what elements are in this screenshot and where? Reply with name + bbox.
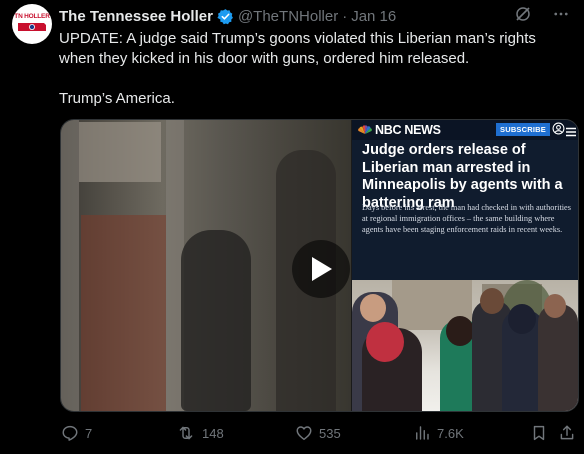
door-frame-left bbox=[61, 120, 79, 411]
repost-icon bbox=[179, 426, 193, 440]
share-button[interactable] bbox=[558, 424, 576, 442]
photo-person-head bbox=[360, 294, 386, 322]
subscribe-badge: SUBSCRIBE bbox=[496, 123, 550, 136]
media-container[interactable]: NBC NEWS SUBSCRIBE Judge orders release … bbox=[60, 119, 579, 412]
share-icon bbox=[560, 425, 574, 440]
views-count: 7.6K bbox=[437, 425, 464, 441]
news-screenshot: NBC NEWS SUBSCRIBE Judge orders release … bbox=[352, 120, 578, 411]
handle[interactable]: @TheTNHoller bbox=[238, 8, 338, 25]
hamburger-menu-icon bbox=[566, 124, 576, 142]
action-bar: 7 148 535 7.6K bbox=[59, 424, 579, 446]
reply-button[interactable]: 7 bbox=[61, 424, 92, 442]
photo-person-head bbox=[366, 322, 404, 362]
heart-icon bbox=[296, 426, 312, 441]
reply-icon bbox=[62, 425, 78, 441]
door-panel bbox=[81, 215, 166, 411]
reply-count: 7 bbox=[85, 425, 93, 441]
like-count: 535 bbox=[319, 425, 341, 441]
verified-badge-icon[interactable] bbox=[217, 8, 234, 25]
blurred-figure bbox=[181, 230, 251, 411]
tennessee-flag-icon bbox=[18, 23, 46, 31]
tweet-header: The Tennessee Holler @TheTNHoller · Jan … bbox=[59, 6, 396, 26]
like-button[interactable]: 535 bbox=[295, 424, 341, 442]
photo-person-head bbox=[480, 288, 504, 314]
nbc-header-bar: NBC NEWS SUBSCRIBE bbox=[352, 120, 578, 140]
timestamp[interactable]: Jan 16 bbox=[351, 8, 396, 25]
top-actions bbox=[514, 5, 570, 28]
news-photo bbox=[352, 280, 578, 411]
play-icon bbox=[312, 257, 332, 281]
more-options-icon[interactable] bbox=[552, 5, 570, 28]
nbc-peacock-icon: NBC NEWS bbox=[358, 123, 441, 137]
avatar[interactable]: TN HOLLER bbox=[12, 4, 52, 44]
views-button[interactable]: 7.6K bbox=[413, 424, 464, 442]
tweet-text: UPDATE: A judge said Trump’s goons viola… bbox=[59, 30, 536, 107]
play-button[interactable] bbox=[292, 240, 350, 298]
separator-dot: · bbox=[342, 7, 348, 25]
door-sign bbox=[79, 122, 161, 182]
photo-person-head bbox=[544, 294, 566, 318]
photo-person-head bbox=[508, 304, 536, 334]
news-summary: Days before his arrest, the man had chec… bbox=[362, 203, 571, 234]
grok-icon[interactable] bbox=[514, 5, 532, 28]
repost-count: 148 bbox=[202, 425, 224, 441]
account-icon bbox=[552, 122, 565, 140]
display-name[interactable]: The Tennessee Holler bbox=[59, 8, 213, 25]
nbc-brand: NBC NEWS bbox=[375, 123, 441, 137]
video-thumbnail[interactable] bbox=[61, 120, 351, 411]
repost-button[interactable]: 148 bbox=[176, 424, 224, 442]
bookmark-icon bbox=[533, 425, 545, 441]
bookmark-button[interactable] bbox=[530, 424, 548, 442]
avatar-logo-text: TN HOLLER bbox=[14, 13, 50, 20]
photo-person-head bbox=[446, 316, 474, 346]
photo-person bbox=[538, 304, 578, 411]
tweet[interactable]: TN HOLLER The Tennessee Holler @TheTNHol… bbox=[0, 0, 584, 454]
views-icon bbox=[416, 426, 429, 440]
